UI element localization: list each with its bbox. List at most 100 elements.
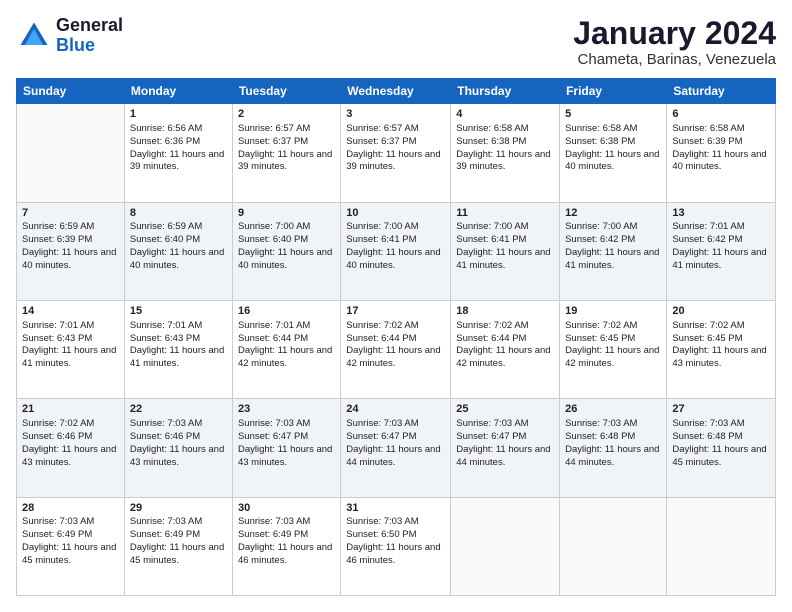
sunrise-text: Sunrise: 7:02 AM [672, 320, 744, 331]
day-number: 28 [22, 501, 119, 516]
sunset-text: Sunset: 6:45 PM [565, 333, 635, 344]
daylight-text: Daylight: 11 hours and 40 minutes. [130, 247, 224, 271]
logo-line2: Blue [56, 36, 123, 56]
sunset-text: Sunset: 6:47 PM [346, 431, 416, 442]
sunset-text: Sunset: 6:36 PM [130, 136, 200, 147]
col-header-wednesday: Wednesday [341, 79, 451, 104]
col-header-monday: Monday [124, 79, 232, 104]
month-title: January 2024 [573, 16, 776, 51]
sunrise-text: Sunrise: 6:57 AM [346, 123, 418, 134]
daylight-text: Daylight: 11 hours and 42 minutes. [238, 345, 332, 369]
calendar-cell: 11Sunrise: 7:00 AMSunset: 6:41 PMDayligh… [451, 202, 560, 300]
calendar-cell: 28Sunrise: 7:03 AMSunset: 6:49 PMDayligh… [17, 497, 125, 595]
day-number: 9 [238, 206, 335, 221]
calendar-table: SundayMondayTuesdayWednesdayThursdayFrid… [16, 78, 776, 596]
sunrise-text: Sunrise: 7:02 AM [456, 320, 528, 331]
calendar-cell: 7Sunrise: 6:59 AMSunset: 6:39 PMDaylight… [17, 202, 125, 300]
calendar-cell: 10Sunrise: 7:00 AMSunset: 6:41 PMDayligh… [341, 202, 451, 300]
sunset-text: Sunset: 6:40 PM [238, 234, 308, 245]
sunrise-text: Sunrise: 7:02 AM [346, 320, 418, 331]
daylight-text: Daylight: 11 hours and 39 minutes. [238, 149, 332, 173]
sunset-text: Sunset: 6:48 PM [565, 431, 635, 442]
logo-line1: General [56, 16, 123, 36]
sunset-text: Sunset: 6:39 PM [672, 136, 742, 147]
sunset-text: Sunset: 6:43 PM [22, 333, 92, 344]
sunrise-text: Sunrise: 7:01 AM [22, 320, 94, 331]
day-number: 7 [22, 206, 119, 221]
sunset-text: Sunset: 6:46 PM [130, 431, 200, 442]
calendar-cell: 20Sunrise: 7:02 AMSunset: 6:45 PMDayligh… [667, 300, 776, 398]
daylight-text: Daylight: 11 hours and 40 minutes. [565, 149, 659, 173]
daylight-text: Daylight: 11 hours and 41 minutes. [22, 345, 116, 369]
calendar-cell: 3Sunrise: 6:57 AMSunset: 6:37 PMDaylight… [341, 104, 451, 202]
daylight-text: Daylight: 11 hours and 42 minutes. [456, 345, 550, 369]
calendar-cell [17, 104, 125, 202]
calendar-cell: 16Sunrise: 7:01 AMSunset: 6:44 PMDayligh… [232, 300, 340, 398]
sunrise-text: Sunrise: 6:57 AM [238, 123, 310, 134]
sunset-text: Sunset: 6:37 PM [346, 136, 416, 147]
sunrise-text: Sunrise: 7:03 AM [238, 516, 310, 527]
day-number: 25 [456, 402, 554, 417]
title-area: January 2024 Chameta, Barinas, Venezuela [573, 16, 776, 68]
sunrise-text: Sunrise: 6:58 AM [672, 123, 744, 134]
calendar-week-row: 7Sunrise: 6:59 AMSunset: 6:39 PMDaylight… [17, 202, 776, 300]
sunrise-text: Sunrise: 7:02 AM [565, 320, 637, 331]
header: General Blue January 2024 Chameta, Barin… [16, 16, 776, 68]
sunset-text: Sunset: 6:47 PM [238, 431, 308, 442]
calendar-cell: 21Sunrise: 7:02 AMSunset: 6:46 PMDayligh… [17, 399, 125, 497]
daylight-text: Daylight: 11 hours and 40 minutes. [672, 149, 766, 173]
sunset-text: Sunset: 6:39 PM [22, 234, 92, 245]
day-number: 30 [238, 501, 335, 516]
calendar-cell: 2Sunrise: 6:57 AMSunset: 6:37 PMDaylight… [232, 104, 340, 202]
calendar-cell [451, 497, 560, 595]
sunrise-text: Sunrise: 7:01 AM [130, 320, 202, 331]
daylight-text: Daylight: 11 hours and 45 minutes. [22, 542, 116, 566]
daylight-text: Daylight: 11 hours and 39 minutes. [346, 149, 440, 173]
calendar-cell [560, 497, 667, 595]
col-header-tuesday: Tuesday [232, 79, 340, 104]
col-header-sunday: Sunday [17, 79, 125, 104]
col-header-thursday: Thursday [451, 79, 560, 104]
daylight-text: Daylight: 11 hours and 41 minutes. [456, 247, 550, 271]
sunset-text: Sunset: 6:46 PM [22, 431, 92, 442]
calendar-cell: 29Sunrise: 7:03 AMSunset: 6:49 PMDayligh… [124, 497, 232, 595]
day-number: 12 [565, 206, 661, 221]
day-number: 29 [130, 501, 227, 516]
sunrise-text: Sunrise: 6:59 AM [22, 221, 94, 232]
sunset-text: Sunset: 6:47 PM [456, 431, 526, 442]
sunset-text: Sunset: 6:50 PM [346, 529, 416, 540]
sunrise-text: Sunrise: 6:59 AM [130, 221, 202, 232]
sunset-text: Sunset: 6:44 PM [456, 333, 526, 344]
sunrise-text: Sunrise: 6:56 AM [130, 123, 202, 134]
sunrise-text: Sunrise: 7:03 AM [672, 418, 744, 429]
sunset-text: Sunset: 6:38 PM [456, 136, 526, 147]
daylight-text: Daylight: 11 hours and 45 minutes. [672, 444, 766, 468]
calendar-cell: 30Sunrise: 7:03 AMSunset: 6:49 PMDayligh… [232, 497, 340, 595]
sunrise-text: Sunrise: 7:00 AM [238, 221, 310, 232]
day-number: 16 [238, 304, 335, 319]
day-number: 14 [22, 304, 119, 319]
sunrise-text: Sunrise: 7:03 AM [22, 516, 94, 527]
calendar-cell: 31Sunrise: 7:03 AMSunset: 6:50 PMDayligh… [341, 497, 451, 595]
sunrise-text: Sunrise: 6:58 AM [565, 123, 637, 134]
sunrise-text: Sunrise: 7:00 AM [456, 221, 528, 232]
sunrise-text: Sunrise: 7:03 AM [130, 516, 202, 527]
sunset-text: Sunset: 6:41 PM [346, 234, 416, 245]
calendar-cell: 1Sunrise: 6:56 AMSunset: 6:36 PMDaylight… [124, 104, 232, 202]
calendar-cell: 5Sunrise: 6:58 AMSunset: 6:38 PMDaylight… [560, 104, 667, 202]
day-number: 10 [346, 206, 445, 221]
sunset-text: Sunset: 6:42 PM [672, 234, 742, 245]
day-number: 19 [565, 304, 661, 319]
sunrise-text: Sunrise: 7:01 AM [238, 320, 310, 331]
daylight-text: Daylight: 11 hours and 44 minutes. [565, 444, 659, 468]
day-number: 31 [346, 501, 445, 516]
calendar-week-row: 21Sunrise: 7:02 AMSunset: 6:46 PMDayligh… [17, 399, 776, 497]
day-number: 27 [672, 402, 770, 417]
daylight-text: Daylight: 11 hours and 42 minutes. [346, 345, 440, 369]
day-number: 26 [565, 402, 661, 417]
day-number: 24 [346, 402, 445, 417]
calendar-week-row: 28Sunrise: 7:03 AMSunset: 6:49 PMDayligh… [17, 497, 776, 595]
daylight-text: Daylight: 11 hours and 45 minutes. [130, 542, 224, 566]
day-number: 17 [346, 304, 445, 319]
sunrise-text: Sunrise: 7:03 AM [130, 418, 202, 429]
